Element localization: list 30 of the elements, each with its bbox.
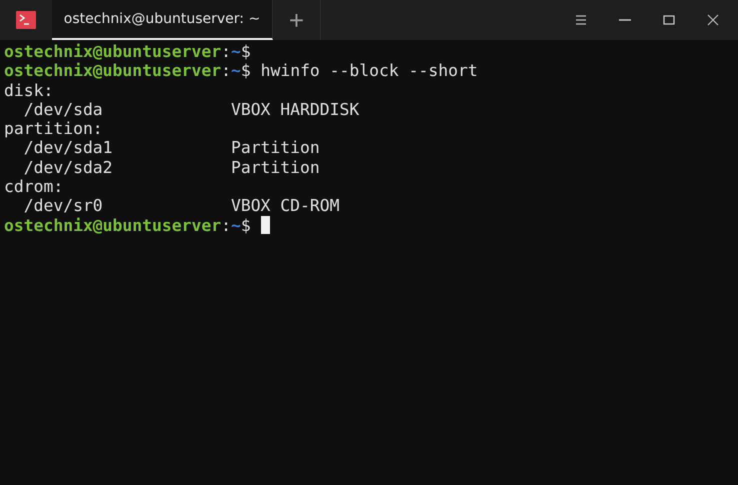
- close-icon[interactable]: [706, 13, 720, 27]
- prompt-separator: :: [221, 42, 231, 62]
- prompt-separator: :: [221, 216, 231, 235]
- prompt-symbol: $: [240, 216, 251, 235]
- device-description: VBOX HARDDISK: [230, 100, 360, 120]
- prompt-path: ~: [230, 216, 241, 235]
- prompt-user: ostechnix@ubuntuserver: [4, 42, 222, 62]
- device-description: Partition: [230, 158, 320, 178]
- new-tab-button[interactable]: +: [273, 0, 321, 40]
- terminal-tab[interactable]: ostechnix@ubuntuserver: ~: [52, 0, 273, 40]
- device-path: /dev/sda1: [24, 138, 114, 158]
- output-heading: disk:: [4, 80, 54, 100]
- prompt-symbol: $: [240, 42, 251, 62]
- terminal-app-icon: [16, 11, 36, 29]
- device-path: /dev/sr0: [24, 196, 104, 216]
- prompt-user: ostechnix@ubuntuserver: [4, 216, 222, 235]
- prompt-separator: :: [221, 61, 231, 81]
- prompt-path: ~: [230, 61, 241, 81]
- device-description: Partition: [230, 138, 320, 158]
- prompt-path: ~: [230, 42, 241, 62]
- menu-icon[interactable]: [574, 13, 588, 27]
- output-heading: cdrom:: [4, 177, 64, 196]
- prompt-symbol: $: [240, 61, 251, 81]
- device-path: /dev/sda: [24, 100, 104, 120]
- maximize-icon[interactable]: [662, 13, 676, 27]
- prompt-user: ostechnix@ubuntuserver: [4, 61, 222, 81]
- device-path: /dev/sda2: [24, 158, 114, 178]
- command-text: hwinfo --block --short: [260, 61, 478, 81]
- output-heading: partition:: [4, 119, 103, 138]
- device-description: VBOX CD-ROM: [230, 196, 340, 216]
